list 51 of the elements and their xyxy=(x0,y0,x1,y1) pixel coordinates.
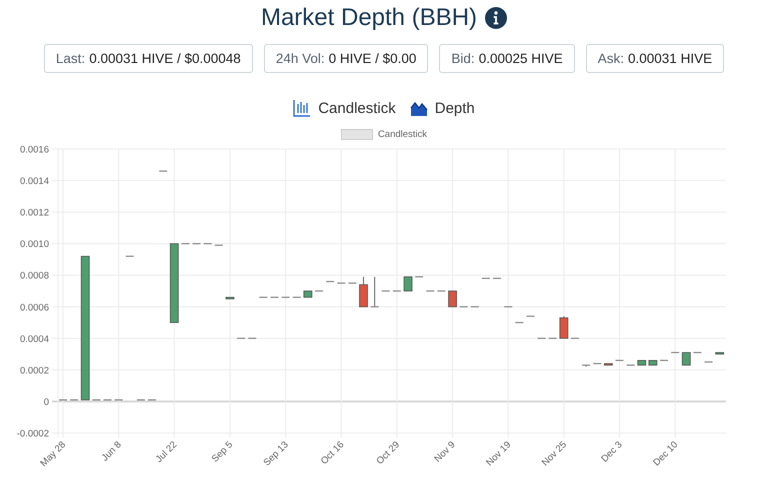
y-axis-label: 0.0006 xyxy=(20,302,49,314)
x-axis-label: Dec 10 xyxy=(651,439,680,468)
stat-value: 0.00025 HIVE xyxy=(478,51,563,66)
chart-type-button[interactable]: Candlestick xyxy=(293,99,396,117)
candlestick xyxy=(415,276,424,278)
candlestick xyxy=(359,276,368,308)
x-axis-label: Oct 16 xyxy=(318,439,346,467)
y-axis-label: -0.0002 xyxy=(16,428,49,440)
candlestick xyxy=(570,338,579,339)
y-axis-label: 0.0002 xyxy=(20,365,49,376)
stat-label: Last: xyxy=(56,51,86,66)
stat-value: 0.00031 HIVE xyxy=(628,51,712,66)
candlestick xyxy=(159,170,168,172)
candlestick xyxy=(582,364,590,368)
candlestick xyxy=(226,296,234,300)
candlestick xyxy=(126,256,134,257)
page-title: Market Depth (BBH) xyxy=(260,4,478,32)
x-axis-label: May 28 xyxy=(38,439,68,470)
candlestick xyxy=(404,276,412,292)
legend-label[interactable]: Candlestick xyxy=(378,128,428,140)
x-axis-label: Dec 3 xyxy=(599,439,625,465)
x-axis-label: Nov 9 xyxy=(432,439,458,465)
area-chart-icon xyxy=(410,99,428,117)
y-axis-label: 0.0008 xyxy=(20,270,49,282)
info-icon[interactable] xyxy=(485,7,508,29)
candlestick-chart-icon xyxy=(293,99,312,117)
stat-value: 0 HIVE / $0.00 xyxy=(328,51,416,66)
x-axis-label: Oct 29 xyxy=(374,439,402,467)
legend-swatch[interactable] xyxy=(340,128,373,140)
x-axis-label: Jun 8 xyxy=(100,439,124,464)
stat-label: Ask: xyxy=(598,51,624,66)
x-axis-label: Jul 22 xyxy=(154,439,180,466)
y-axis-label: 0.0016 xyxy=(20,144,49,156)
x-axis-label: Nov 25 xyxy=(540,439,569,468)
candlestick xyxy=(448,290,457,308)
x-axis-label: Sep 5 xyxy=(210,439,236,465)
y-axis-label: 0.0014 xyxy=(20,176,49,188)
y-axis-label: 0 xyxy=(44,396,49,408)
stat-value: 0.00031 HIVE / $0.00048 xyxy=(89,51,241,66)
candlestick xyxy=(370,276,379,308)
stat-label: 24h Vol: xyxy=(276,51,325,66)
y-axis-label: 0.0004 xyxy=(20,334,49,345)
stat-label: Bid: xyxy=(451,51,475,66)
chart-type-button[interactable]: Depth xyxy=(410,99,475,117)
candlestick xyxy=(682,352,691,366)
candlestick xyxy=(559,316,568,339)
x-axis-label: Sep 13 xyxy=(262,439,291,468)
y-axis-label: 0.0012 xyxy=(20,208,49,219)
x-axis-label: Nov 19 xyxy=(484,439,514,468)
y-axis-label: 0.0010 xyxy=(20,239,49,250)
candlestick xyxy=(504,306,512,308)
